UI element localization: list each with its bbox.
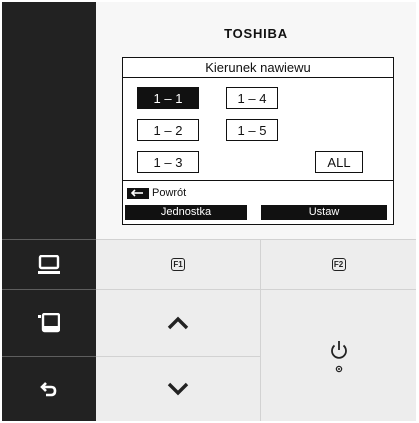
monitor-icon: [38, 254, 60, 274]
menu-icon: [38, 313, 60, 333]
up-button[interactable]: [96, 290, 260, 356]
option-all[interactable]: ALL: [315, 151, 363, 173]
back-arrow-icon: [40, 382, 57, 397]
f2-button[interactable]: F2: [261, 240, 416, 289]
menu-button[interactable]: [2, 290, 96, 356]
back-label: Powrót: [152, 187, 187, 199]
chevron-down-icon: [167, 382, 189, 396]
f2-key-label: F2: [331, 258, 346, 271]
option-1-3[interactable]: 1 – 3: [137, 151, 199, 173]
remote-controller: TOSHIBA Kierunek nawiewu 1 – 1 1 – 2 1 –…: [2, 2, 416, 421]
down-button[interactable]: [96, 357, 260, 421]
option-1-2[interactable]: 1 – 2: [137, 119, 199, 141]
left-panel: [2, 2, 96, 421]
back-hint: Powrót: [127, 185, 186, 201]
power-icon: [330, 340, 347, 372]
return-arrow-icon: [127, 187, 149, 199]
f1-button[interactable]: F1: [96, 240, 260, 289]
option-1-5[interactable]: 1 – 5: [226, 119, 278, 141]
softkey-right[interactable]: Ustaw: [261, 205, 387, 220]
power-button[interactable]: [261, 290, 416, 421]
monitor-button[interactable]: [2, 240, 96, 289]
screen-title: Kierunek nawiewu: [123, 58, 393, 78]
back-button[interactable]: [2, 357, 96, 421]
brand-logo: TOSHIBA: [224, 26, 288, 41]
option-1-4[interactable]: 1 – 4: [226, 87, 278, 109]
f1-key-label: F1: [171, 258, 185, 271]
divider: [123, 180, 393, 181]
lcd-screen: Kierunek nawiewu 1 – 1 1 – 2 1 – 3 1 – 4…: [122, 57, 394, 225]
option-1-1[interactable]: 1 – 1: [137, 87, 199, 109]
chevron-up-icon: [167, 316, 189, 330]
display-area: TOSHIBA Kierunek nawiewu 1 – 1 1 – 2 1 –…: [96, 2, 416, 239]
softkey-left[interactable]: Jednostka: [125, 205, 247, 220]
